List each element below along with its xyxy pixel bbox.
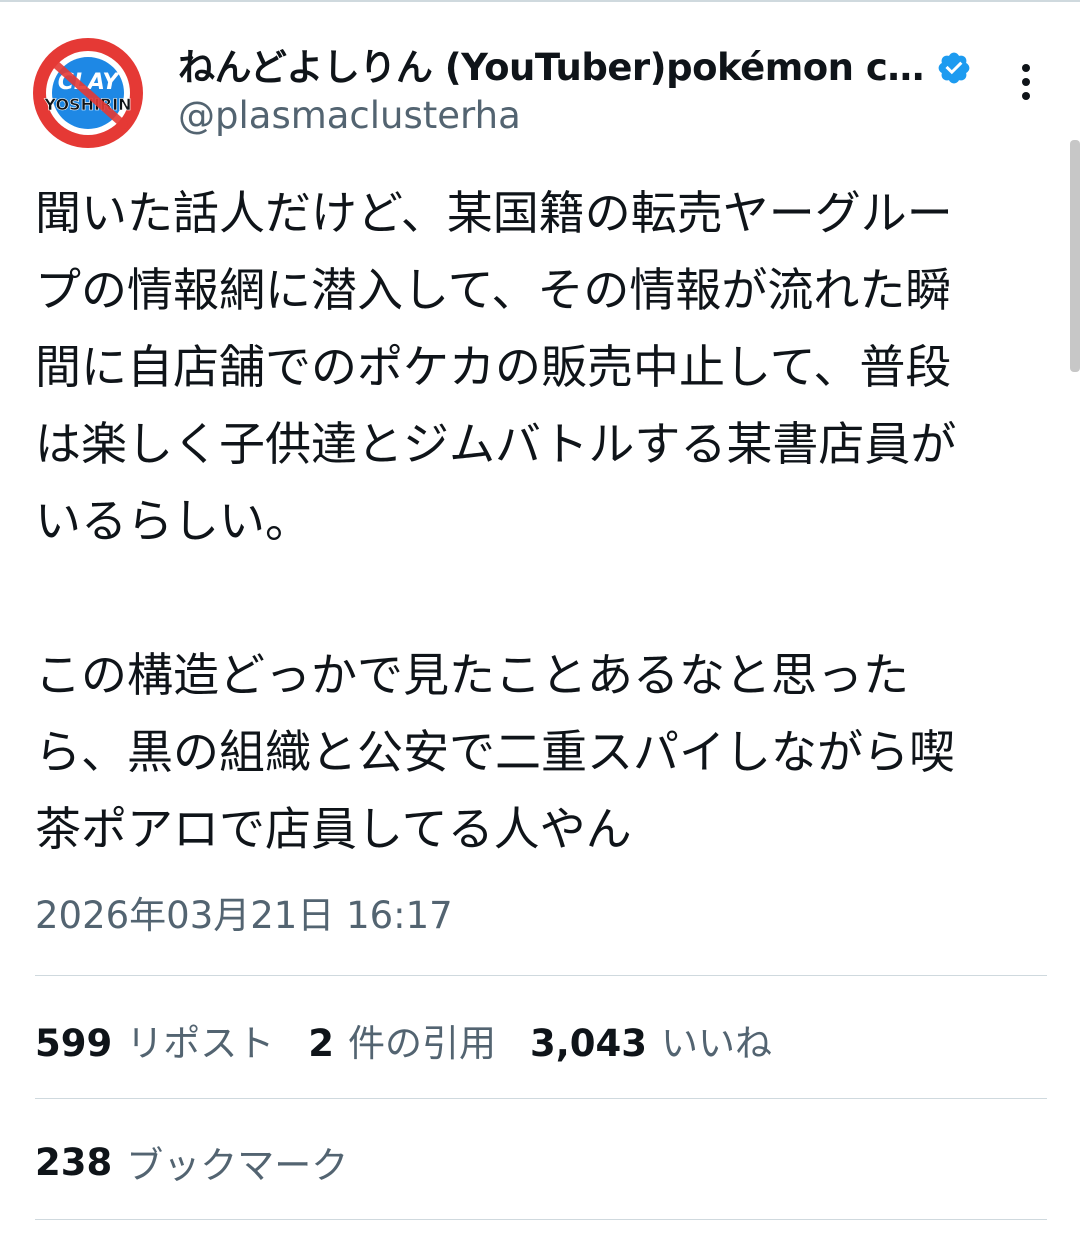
bookmark-label: ブックマーク bbox=[126, 1144, 349, 1187]
stats-divider-bottom bbox=[35, 1219, 1047, 1220]
quote-label: 件の引用 bbox=[347, 1022, 496, 1065]
repost-label: リポスト bbox=[126, 1022, 275, 1065]
tweet-timestamp[interactable]: 2026年03月21日 16:17 bbox=[35, 890, 453, 942]
scrollbar-thumb[interactable] bbox=[1070, 140, 1080, 372]
repost-number: 599 bbox=[35, 1022, 113, 1065]
tweet-header: CLAY YOSHIRIN ねんどよしりん (YouTuber)pokémon … bbox=[0, 0, 1080, 160]
bookmark-count[interactable]: 238 ブックマーク bbox=[35, 1134, 348, 1190]
bookmark-number: 238 bbox=[35, 1140, 113, 1184]
like-number: 3,043 bbox=[529, 1022, 648, 1065]
verified-badge-icon bbox=[938, 52, 970, 84]
author-handle[interactable]: @plasmaclusterha bbox=[178, 92, 521, 140]
author-name-row[interactable]: ねんどよしりん (YouTuber)pokémon cl… bbox=[178, 42, 972, 94]
author-avatar[interactable]: CLAY YOSHIRIN bbox=[32, 37, 144, 149]
tweet-text: 聞いた話人だけど、某国籍の転売ヤーグルー プの情報網に潜入して、その情報が流れた… bbox=[35, 186, 957, 856]
quote-number: 2 bbox=[308, 1022, 334, 1065]
stats-divider-top bbox=[35, 975, 1047, 976]
more-vertical-icon[interactable] bbox=[1004, 58, 1048, 106]
like-label: いいね bbox=[661, 1022, 773, 1065]
author-display-name[interactable]: ねんどよしりん (YouTuber)pokémon cl… bbox=[178, 42, 928, 94]
quote-count[interactable]: 2 件の引用 bbox=[308, 1013, 496, 1067]
stats-divider-middle bbox=[35, 1098, 1047, 1099]
repost-count[interactable]: 599 リポスト bbox=[35, 1013, 274, 1067]
like-count[interactable]: 3,043 いいね bbox=[530, 1013, 772, 1067]
engagement-stats: 599 リポスト 2 件の引用 3,043 いいね bbox=[35, 1012, 806, 1068]
